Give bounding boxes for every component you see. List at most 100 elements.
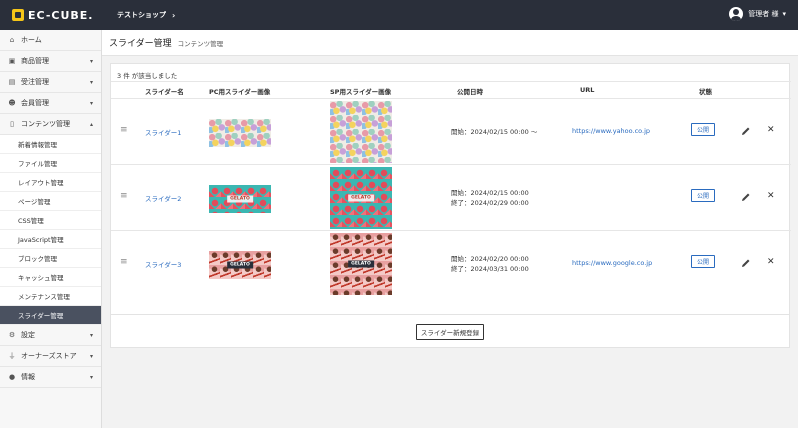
col-status: 状態 [699,88,712,96]
publish-date: 開始：2024/02/15 00:00 ～ [451,128,538,136]
cart-icon: ▤ [8,78,16,86]
close-icon[interactable]: ✕ [767,191,775,201]
image-caption: GELATO [348,260,374,268]
slider-url[interactable]: https://www.yahoo.co.jp [572,127,650,135]
image-caption: GELATO [227,195,253,203]
user-name: 管理者 様 [748,10,779,18]
table-row[interactable]: ≡ スライダー1 開始：2024/02/15 00:00 ～ https://w… [111,99,791,165]
chevron-down-icon: ▾ [89,99,93,107]
col-date: 公開日時 [457,88,483,96]
info-icon: ● [8,373,16,381]
sidebar-sub-css[interactable]: CSS管理 [0,211,101,230]
status-badge[interactable]: 公開 [691,255,715,268]
publish-date: 開始：2024/02/15 00:00 終了：2024/02/29 00:00 [451,188,529,208]
sidebar-item-settings[interactable]: ⚙ 設定 ▾ [0,325,101,346]
status-badge[interactable]: 公開 [691,189,715,202]
chevron-right-icon: › [172,10,176,20]
sidebar-sub-files[interactable]: ファイル管理 [0,154,101,173]
sidebar-item-customers[interactable]: ☻ 会員管理 ▾ [0,93,101,114]
sidebar-item-label: 商品管理 [21,57,49,65]
pc-slider-image [209,119,271,147]
sidebar-sub-slider[interactable]: スライダー管理 [0,306,101,325]
sidebar-sub-maintenance[interactable]: メンテナンス管理 [0,287,101,306]
image-caption: GELATO [348,194,374,202]
sidebar-item-orders[interactable]: ▤ 受注管理 ▾ [0,72,101,93]
sp-slider-image [330,101,392,163]
add-slider-card: スライダー新規登録 [110,314,790,348]
plug-icon: ⏚ [8,352,16,360]
sidebar-item-store[interactable]: ⏚ オーナーズストア ▾ [0,346,101,367]
slider-name-link[interactable]: スライダー2 [145,193,181,203]
sidebar-item-products[interactable]: ▣ 商品管理 ▾ [0,51,101,72]
slider-list-card: 3 件 が該当しました スライダー名 PC用スライダー画像 SP用スライダー画像… [110,63,791,333]
col-url: URL [580,86,595,94]
sidebar-sub-cache[interactable]: キャッシュ管理 [0,268,101,287]
sidebar-item-label: 設定 [21,331,35,339]
logo[interactable]: EC-CUBE. [12,9,107,22]
table-row[interactable]: ≡ スライダー2 GELATO GELATO 開始：2024/02/15 00:… [111,165,791,231]
col-pc-image: PC用スライダー画像 [209,88,271,96]
sidebar-item-label: 会員管理 [21,99,49,107]
publish-date: 開始：2024/02/20 00:00 終了：2024/03/31 00:00 [451,254,529,274]
main-area: スライダー管理 コンテンツ管理 3 件 が該当しました スライダー名 PC用スラ… [102,30,798,428]
sidebar-item-label: 情報 [21,373,35,381]
chevron-down-icon: ▾ [89,78,93,86]
sidebar-item-info[interactable]: ● 情報 ▾ [0,367,101,388]
users-icon: ☻ [8,99,16,107]
date-start: 開始：2024/02/15 00:00 [451,189,529,197]
slider-name-link[interactable]: スライダー1 [145,127,181,137]
page-header: スライダー管理 コンテンツ管理 [102,30,798,56]
chevron-down-icon: ▾ [782,10,786,18]
sidebar-sub-js[interactable]: JavaScript管理 [0,230,101,249]
pencil-icon[interactable] [741,126,751,136]
user-menu[interactable]: 管理者 様 ▾ [729,7,786,21]
sp-slider-image: GELATO [330,233,392,295]
table-row[interactable]: ≡ スライダー3 GELATO GELATO 開始：2024/02/20 00:… [111,231,791,297]
logo-mark [12,9,24,21]
chevron-up-icon: ▴ [89,120,93,128]
page-title: スライダー管理 [109,39,172,49]
col-name: スライダー名 [145,88,184,96]
sidebar-sub-layout[interactable]: レイアウト管理 [0,173,101,192]
sidebar-item-home[interactable]: ⌂ ホーム [0,30,101,51]
close-icon[interactable]: ✕ [767,125,775,135]
user-avatar-icon [729,7,744,21]
drag-handle-icon[interactable]: ≡ [120,191,128,201]
pencil-icon[interactable] [741,192,751,202]
sidebar-sub-blocks[interactable]: ブロック管理 [0,249,101,268]
top-header: EC-CUBE. テストショップ › 管理者 様 ▾ [0,0,798,30]
sidebar-item-label: ホーム [21,36,42,44]
status-badge[interactable]: 公開 [691,123,715,136]
page-subtitle: コンテンツ管理 [177,39,224,48]
chevron-down-icon: ▾ [89,373,93,381]
sidebar-item-label: 受注管理 [21,78,49,86]
date-end: 終了：2024/03/31 00:00 [451,265,529,273]
add-slider-button[interactable]: スライダー新規登録 [416,324,484,340]
shop-link[interactable]: テストショップ › [117,10,175,20]
chevron-down-icon: ▾ [89,352,93,360]
close-icon[interactable]: ✕ [767,257,775,267]
date-start: 開始：2024/02/20 00:00 [451,255,529,263]
drag-handle-icon[interactable]: ≡ [120,257,128,267]
gear-icon: ⚙ [8,331,16,339]
sp-slider-image: GELATO [330,167,392,229]
table-header: スライダー名 PC用スライダー画像 SP用スライダー画像 公開日時 URL 状態 [111,81,791,99]
result-count: 3 件 が該当しました [117,72,178,80]
pc-slider-image: GELATO [209,251,271,279]
sidebar-item-label: コンテンツ管理 [21,120,70,128]
image-caption: GELATO [227,261,253,269]
chevron-down-icon: ▾ [89,331,93,339]
pencil-icon[interactable] [741,258,751,268]
sidebar-item-label: オーナーズストア [21,352,77,360]
slider-url[interactable]: https://www.google.co.jp [572,259,652,267]
sidebar-sub-pages[interactable]: ページ管理 [0,192,101,211]
shop-name: テストショップ [117,11,166,19]
sidebar-sub-news[interactable]: 新着情報管理 [0,135,101,154]
sidebar-item-content[interactable]: ▯ コンテンツ管理 ▴ [0,114,101,135]
logo-text: EC-CUBE. [28,8,94,22]
drag-handle-icon[interactable]: ≡ [120,125,128,135]
cube-icon: ▣ [8,57,16,65]
chevron-down-icon: ▾ [89,57,93,65]
slider-name-link[interactable]: スライダー3 [145,259,181,269]
pc-slider-image: GELATO [209,185,271,213]
